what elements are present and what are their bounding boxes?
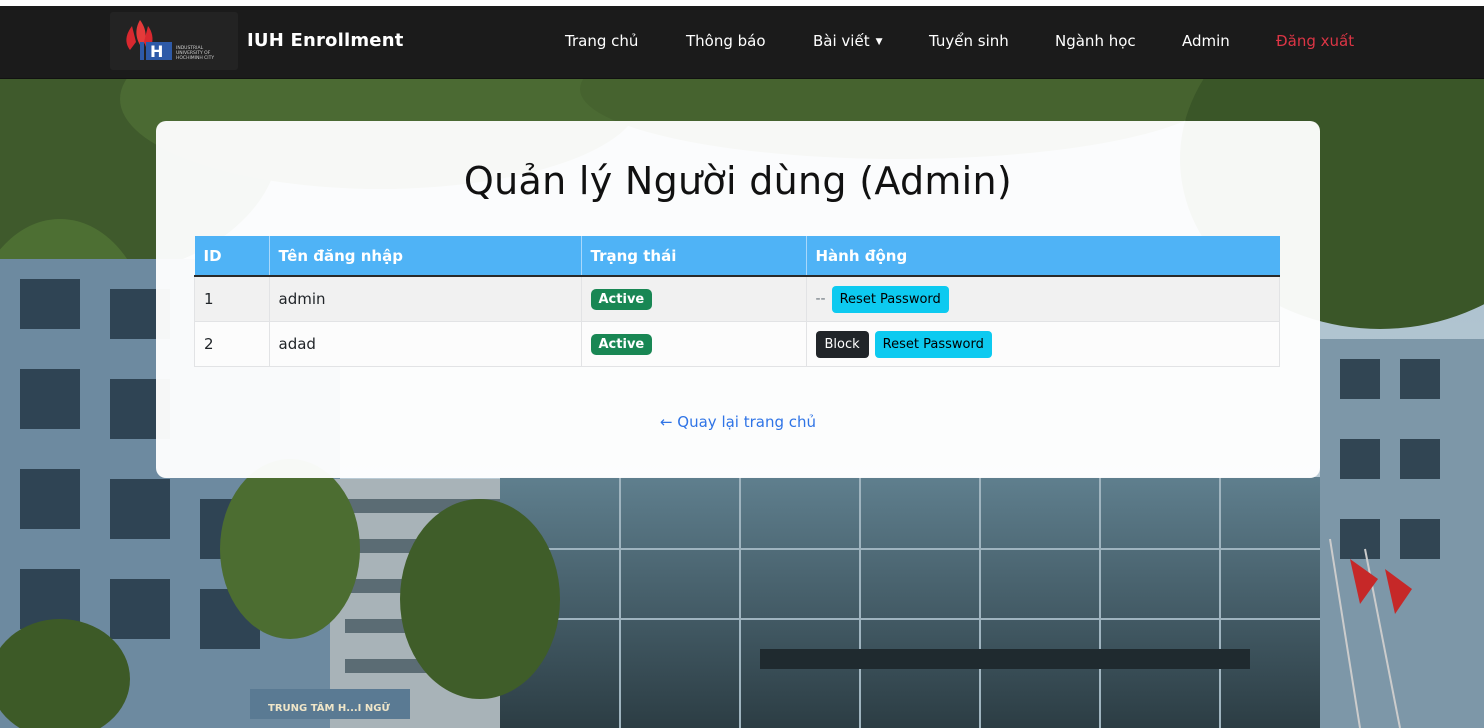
nav-item-nganh-hoc[interactable]: Ngành học (1055, 32, 1136, 50)
status-cell: Active (580, 321, 807, 367)
users-table: ID Tên đăng nhập Trạng thái Hành động 1 … (194, 236, 1280, 367)
back-to-home-link[interactable]: ← Quay lại trang chủ (156, 413, 1320, 431)
nav-item-thong-bao[interactable]: Thông báo (686, 32, 766, 50)
nav-item-trang-chu[interactable]: Trang chủ (565, 32, 638, 50)
username-cell: adad (268, 321, 582, 367)
page-title: Quản lý Người dùng (Admin) (463, 159, 1013, 203)
user-id-cell: 1 (194, 275, 270, 322)
user-id-cell: 2 (194, 321, 270, 367)
reset-password-button[interactable]: Reset Password (831, 285, 949, 313)
actions-cell: Block Reset Password (805, 321, 1280, 367)
column-header-id: ID (194, 236, 270, 277)
nav-item-admin[interactable]: Admin (1182, 32, 1230, 50)
user-management-card: Quản lý Người dùng (Admin) ID Tên đăng n… (156, 121, 1320, 478)
svg-text:HOCHIMINH CITY: HOCHIMINH CITY (176, 55, 214, 61)
username-cell: admin (268, 275, 582, 322)
brand-name[interactable]: IUH Enrollment (247, 30, 404, 51)
iuh-logo[interactable]: H INDUSTRIAL UNIVERSITY OF HOCHIMINH CIT… (110, 12, 238, 70)
nav-item-bai-viet-label: Bài viết (813, 32, 870, 50)
campus-sign-text: TRUNG TÂM H...I NGỮ (268, 701, 390, 714)
table-row: 2 adad Active Block Reset Password (194, 321, 1280, 367)
column-header-username: Tên đăng nhập (269, 236, 582, 277)
nav-item-bai-viet[interactable]: Bài viết ▼ (813, 32, 883, 50)
status-badge: Active (590, 333, 653, 355)
table-header-row: ID Tên đăng nhập Trạng thái Hành động (194, 236, 1280, 277)
column-header-actions: Hành động (806, 236, 1280, 277)
navbar: H INDUSTRIAL UNIVERSITY OF HOCHIMINH CIT… (0, 6, 1484, 79)
reset-password-button[interactable]: Reset Password (874, 330, 992, 358)
actions-cell: -- Reset Password (805, 275, 1280, 322)
caret-down-icon: ▼ (875, 37, 883, 47)
nav-item-logout[interactable]: Đăng xuất (1276, 32, 1354, 50)
status-badge: Active (590, 288, 653, 310)
status-cell: Active (580, 275, 807, 322)
nav-item-tuyen-sinh[interactable]: Tuyển sinh (929, 32, 1009, 50)
block-button[interactable]: Block (815, 330, 869, 358)
column-header-status: Trạng thái (581, 236, 807, 277)
table-row: 1 admin Active -- Reset Password (194, 275, 1280, 322)
iuh-logo-icon: H INDUSTRIAL UNIVERSITY OF HOCHIMINH CIT… (126, 20, 214, 61)
no-block-placeholder: -- (815, 290, 826, 307)
svg-text:H: H (150, 42, 163, 61)
